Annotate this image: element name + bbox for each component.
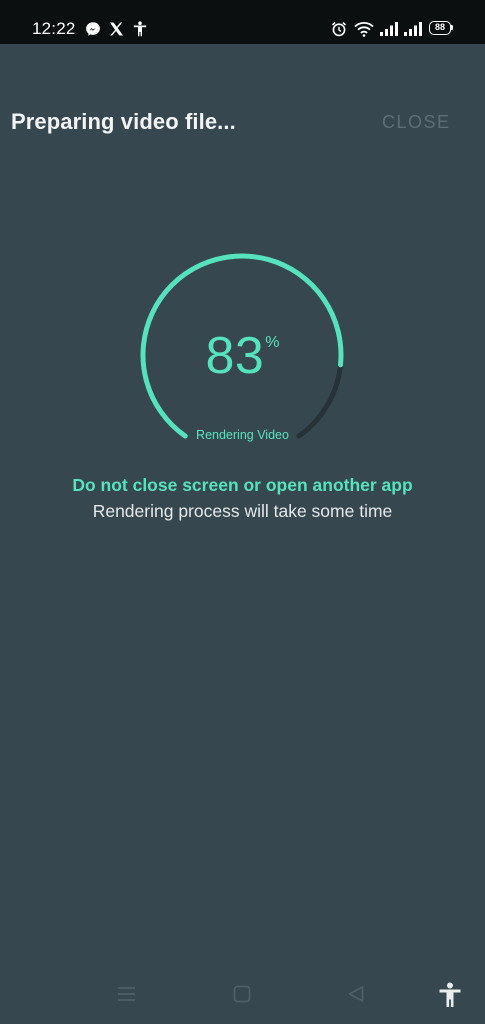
page-title: Preparing video file... [11,109,236,134]
close-button[interactable]: CLOSE [382,112,451,133]
signal-icon [380,22,398,36]
messenger-icon [86,22,100,36]
home-icon[interactable] [233,985,251,1003]
warning-message: Do not close screen or open another app [72,475,413,495]
back-icon[interactable] [347,985,365,1003]
progress-unit: % [265,334,280,351]
info-message: Rendering process will take some time [92,501,393,521]
battery-icon: 88 [429,21,451,35]
alarm-icon [331,22,347,37]
render-progress-screen: 12:22 88 Preparing video file... CLOSE 8… [0,0,485,1024]
progress-percent: 83 [205,327,265,385]
signal-icon [404,22,422,36]
progress-caption: Rendering Video [196,428,289,442]
menu-icon[interactable] [117,986,136,1002]
x-icon [110,22,123,36]
battery-tip [451,25,453,30]
accessibility-icon [133,21,147,37]
status-time: 12:22 [32,19,76,38]
wifi-icon [354,22,374,37]
status-bar: 12:22 88 [0,0,485,44]
progress-value: 83% [0,326,485,386]
accessibility-icon[interactable] [438,982,462,1008]
